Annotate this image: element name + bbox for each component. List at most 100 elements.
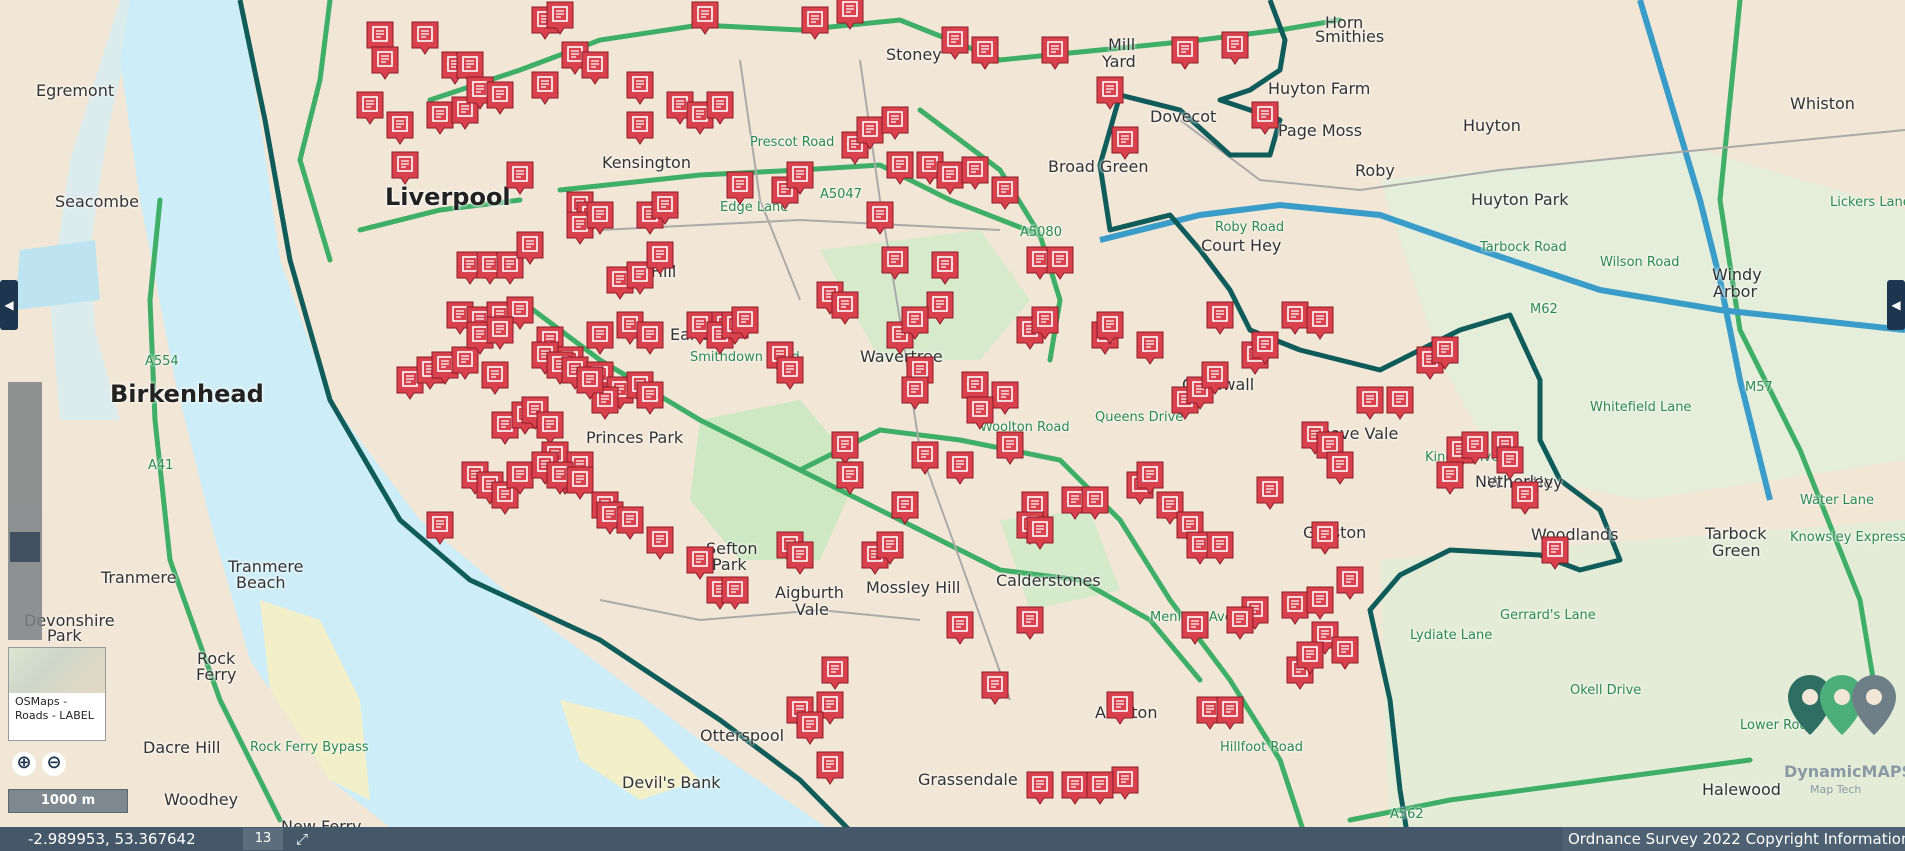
poi-marker-icon[interactable] [1255, 475, 1285, 511]
poi-marker-icon[interactable] [1215, 695, 1245, 731]
poi-marker-icon[interactable] [1225, 605, 1255, 641]
poi-marker-icon[interactable] [1095, 75, 1125, 111]
poi-marker-icon[interactable] [505, 160, 535, 196]
poi-marker-icon[interactable] [530, 70, 560, 106]
poi-marker-icon[interactable] [880, 105, 910, 141]
poi-marker-icon[interactable] [480, 360, 510, 396]
poi-marker-icon[interactable] [885, 150, 915, 186]
poi-marker-icon[interactable] [645, 240, 675, 276]
poi-marker-icon[interactable] [515, 230, 545, 266]
poi-marker-icon[interactable] [410, 20, 440, 56]
poi-marker-icon[interactable] [1080, 485, 1110, 521]
poi-marker-icon[interactable] [960, 155, 990, 191]
poi-marker-icon[interactable] [900, 305, 930, 341]
poi-marker-icon[interactable] [1025, 770, 1055, 806]
poi-marker-icon[interactable] [1335, 565, 1365, 601]
poi-marker-icon[interactable] [355, 90, 385, 126]
poi-marker-icon[interactable] [1435, 460, 1465, 496]
zoom-in-button[interactable]: ⊕ [12, 752, 36, 776]
poi-marker-icon[interactable] [1220, 30, 1250, 66]
right-panel-tab[interactable]: ◀ [1887, 280, 1905, 330]
poi-marker-icon[interactable] [625, 70, 655, 106]
poi-marker-icon[interactable] [1110, 125, 1140, 161]
poi-marker-icon[interactable] [1015, 605, 1045, 641]
poi-marker-icon[interactable] [1250, 100, 1280, 136]
poi-marker-icon[interactable] [1205, 300, 1235, 336]
poi-marker-icon[interactable] [585, 320, 615, 356]
poi-marker-icon[interactable] [1325, 450, 1355, 486]
poi-marker-icon[interactable] [1430, 335, 1460, 371]
poi-marker-icon[interactable] [900, 375, 930, 411]
poi-marker-icon[interactable] [965, 395, 995, 431]
poi-marker-icon[interactable] [625, 110, 655, 146]
poi-marker-icon[interactable] [635, 320, 665, 356]
poi-marker-icon[interactable] [580, 50, 610, 86]
layer-selector[interactable]: OSMaps - Roads - LABEL [8, 647, 106, 741]
poi-marker-icon[interactable] [865, 200, 895, 236]
poi-marker-icon[interactable] [830, 290, 860, 326]
expand-icon[interactable]: ⤢ [288, 827, 316, 851]
poi-marker-icon[interactable] [1310, 520, 1340, 556]
poi-marker-icon[interactable] [775, 355, 805, 391]
poi-marker-icon[interactable] [815, 750, 845, 786]
poi-marker-icon[interactable] [650, 190, 680, 226]
poi-marker-icon[interactable] [1040, 35, 1070, 71]
poi-marker-icon[interactable] [485, 80, 515, 116]
poi-marker-icon[interactable] [980, 670, 1010, 706]
poi-marker-icon[interactable] [945, 610, 975, 646]
poi-marker-icon[interactable] [880, 245, 910, 281]
poi-marker-icon[interactable] [485, 315, 515, 351]
poi-marker-icon[interactable] [945, 450, 975, 486]
poi-marker-icon[interactable] [1510, 480, 1540, 516]
poi-marker-icon[interactable] [1045, 245, 1075, 281]
poi-marker-icon[interactable] [785, 160, 815, 196]
poi-marker-icon[interactable] [585, 200, 615, 236]
poi-marker-icon[interactable] [1085, 770, 1115, 806]
poi-marker-icon[interactable] [545, 0, 575, 36]
copyright-link[interactable]: Ordnance Survey 2022 Copyright Informati… [1562, 827, 1905, 851]
poi-marker-icon[interactable] [1305, 585, 1335, 621]
poi-marker-icon[interactable] [995, 430, 1025, 466]
poi-marker-icon[interactable] [1180, 610, 1210, 646]
poi-marker-icon[interactable] [1030, 305, 1060, 341]
map-canvas[interactable]: Liverpool Birkenhead Egremont Seacombe Kensi… [0, 0, 1905, 851]
poi-marker-icon[interactable] [390, 150, 420, 186]
poi-marker-icon[interactable] [1355, 385, 1385, 421]
poi-marker-icon[interactable] [1495, 445, 1525, 481]
poi-marker-icon[interactable] [645, 525, 675, 561]
poi-marker-icon[interactable] [835, 0, 865, 31]
poi-marker-icon[interactable] [705, 90, 735, 126]
poi-marker-icon[interactable] [835, 460, 865, 496]
poi-marker-icon[interactable] [730, 305, 760, 341]
poi-marker-icon[interactable] [1200, 360, 1230, 396]
poi-marker-icon[interactable] [1105, 690, 1135, 726]
poi-marker-icon[interactable] [1095, 310, 1125, 346]
poi-marker-icon[interactable] [1170, 35, 1200, 71]
poi-marker-icon[interactable] [575, 365, 605, 401]
poi-marker-icon[interactable] [1250, 330, 1280, 366]
poi-marker-icon[interactable] [1330, 635, 1360, 671]
poi-marker-icon[interactable] [385, 110, 415, 146]
zoom-out-button[interactable]: ⊖ [42, 752, 66, 776]
poi-marker-icon[interactable] [970, 35, 1000, 71]
poi-marker-icon[interactable] [1385, 385, 1415, 421]
poi-marker-icon[interactable] [910, 440, 940, 476]
poi-marker-icon[interactable] [890, 490, 920, 526]
poi-marker-icon[interactable] [370, 45, 400, 81]
poi-marker-icon[interactable] [1135, 330, 1165, 366]
poi-marker-icon[interactable] [990, 175, 1020, 211]
poi-marker-icon[interactable] [635, 380, 665, 416]
poi-marker-icon[interactable] [690, 0, 720, 36]
layer-opacity-slider[interactable] [8, 382, 42, 640]
poi-marker-icon[interactable] [1295, 640, 1325, 676]
poi-marker-icon[interactable] [720, 575, 750, 611]
poi-marker-icon[interactable] [940, 25, 970, 61]
poi-marker-icon[interactable] [785, 540, 815, 576]
poi-marker-icon[interactable] [1305, 305, 1335, 341]
poi-marker-icon[interactable] [820, 655, 850, 691]
poi-marker-icon[interactable] [800, 5, 830, 41]
poi-marker-icon[interactable] [425, 510, 455, 546]
poi-marker-icon[interactable] [725, 170, 755, 206]
poi-marker-icon[interactable] [1540, 535, 1570, 571]
poi-marker-icon[interactable] [930, 250, 960, 286]
